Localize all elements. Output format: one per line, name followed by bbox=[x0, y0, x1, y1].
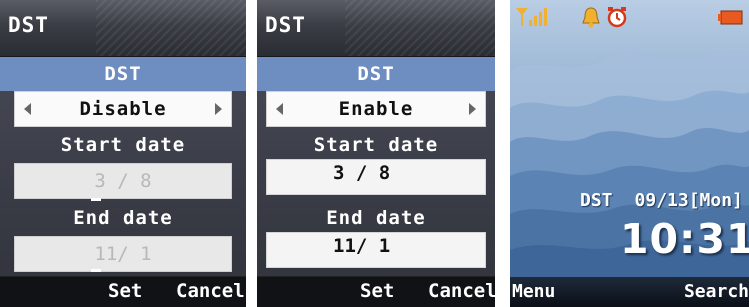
start-date-label: Start date bbox=[313, 134, 439, 156]
dst-selector[interactable]: Enable bbox=[266, 91, 486, 127]
menu-softkey[interactable]: Menu bbox=[512, 281, 555, 302]
title-bar: DST bbox=[0, 0, 246, 57]
right-arrow-icon[interactable] bbox=[215, 103, 222, 115]
dst-label: DST bbox=[0, 57, 246, 91]
screen-title: DST bbox=[8, 13, 49, 37]
set-softkey[interactable]: Set bbox=[360, 280, 394, 302]
date-display: 09/13[Mon] bbox=[634, 190, 743, 211]
right-arrow-icon[interactable] bbox=[469, 103, 476, 115]
end-date-label: End date bbox=[73, 207, 173, 229]
alarm-clock-icon bbox=[607, 7, 627, 28]
end-date-field[interactable]: 11/ 1 bbox=[266, 232, 486, 268]
dst-date-line: DST 09/13[Mon] bbox=[580, 190, 743, 211]
set-softkey[interactable]: Set bbox=[108, 280, 142, 302]
end-date-value: 11/ 1 bbox=[333, 235, 391, 257]
start-date-value: 3 / 8 bbox=[94, 170, 152, 192]
start-date-label: Start date bbox=[60, 134, 186, 156]
end-date-value: 11/ 1 bbox=[94, 243, 152, 265]
start-date-field: 3 / 8 bbox=[14, 163, 232, 199]
clock-display: 10:31 bbox=[620, 215, 749, 263]
screen-title: DST bbox=[265, 13, 306, 37]
battery-icon bbox=[718, 10, 743, 25]
signal-icon bbox=[516, 8, 547, 26]
softkey-bar: Set Cancel bbox=[0, 276, 246, 307]
dst-selector-value: Enable bbox=[338, 98, 414, 120]
dst-indicator: DST bbox=[580, 190, 613, 211]
bell-icon bbox=[582, 7, 600, 28]
dst-selector-value: Disable bbox=[79, 98, 167, 120]
softkey-bar: Menu Search bbox=[510, 277, 749, 307]
start-date-value: 3 / 8 bbox=[333, 162, 391, 184]
end-date-label: End date bbox=[326, 207, 426, 229]
search-softkey[interactable]: Search bbox=[684, 281, 749, 302]
cancel-softkey[interactable]: Cancel bbox=[176, 280, 245, 302]
dst-settings-screen-enabled: DST DST Enable Start date 3 / 8 End date… bbox=[257, 0, 495, 307]
softkey-bar: Set Cancel bbox=[257, 276, 495, 307]
title-bar: DST bbox=[257, 0, 495, 57]
cancel-softkey[interactable]: Cancel bbox=[428, 280, 495, 302]
end-date-field: 11/ 1 bbox=[14, 236, 232, 272]
dst-settings-screen-disabled: DST DST Disable Start date 3 / 8 End dat… bbox=[0, 0, 246, 307]
home-screen: DST 09/13[Mon] 10:31 Menu Search bbox=[510, 0, 749, 307]
dst-selector[interactable]: Disable bbox=[14, 91, 232, 127]
dst-label: DST bbox=[257, 57, 495, 91]
start-date-field[interactable]: 3 / 8 bbox=[266, 159, 486, 195]
